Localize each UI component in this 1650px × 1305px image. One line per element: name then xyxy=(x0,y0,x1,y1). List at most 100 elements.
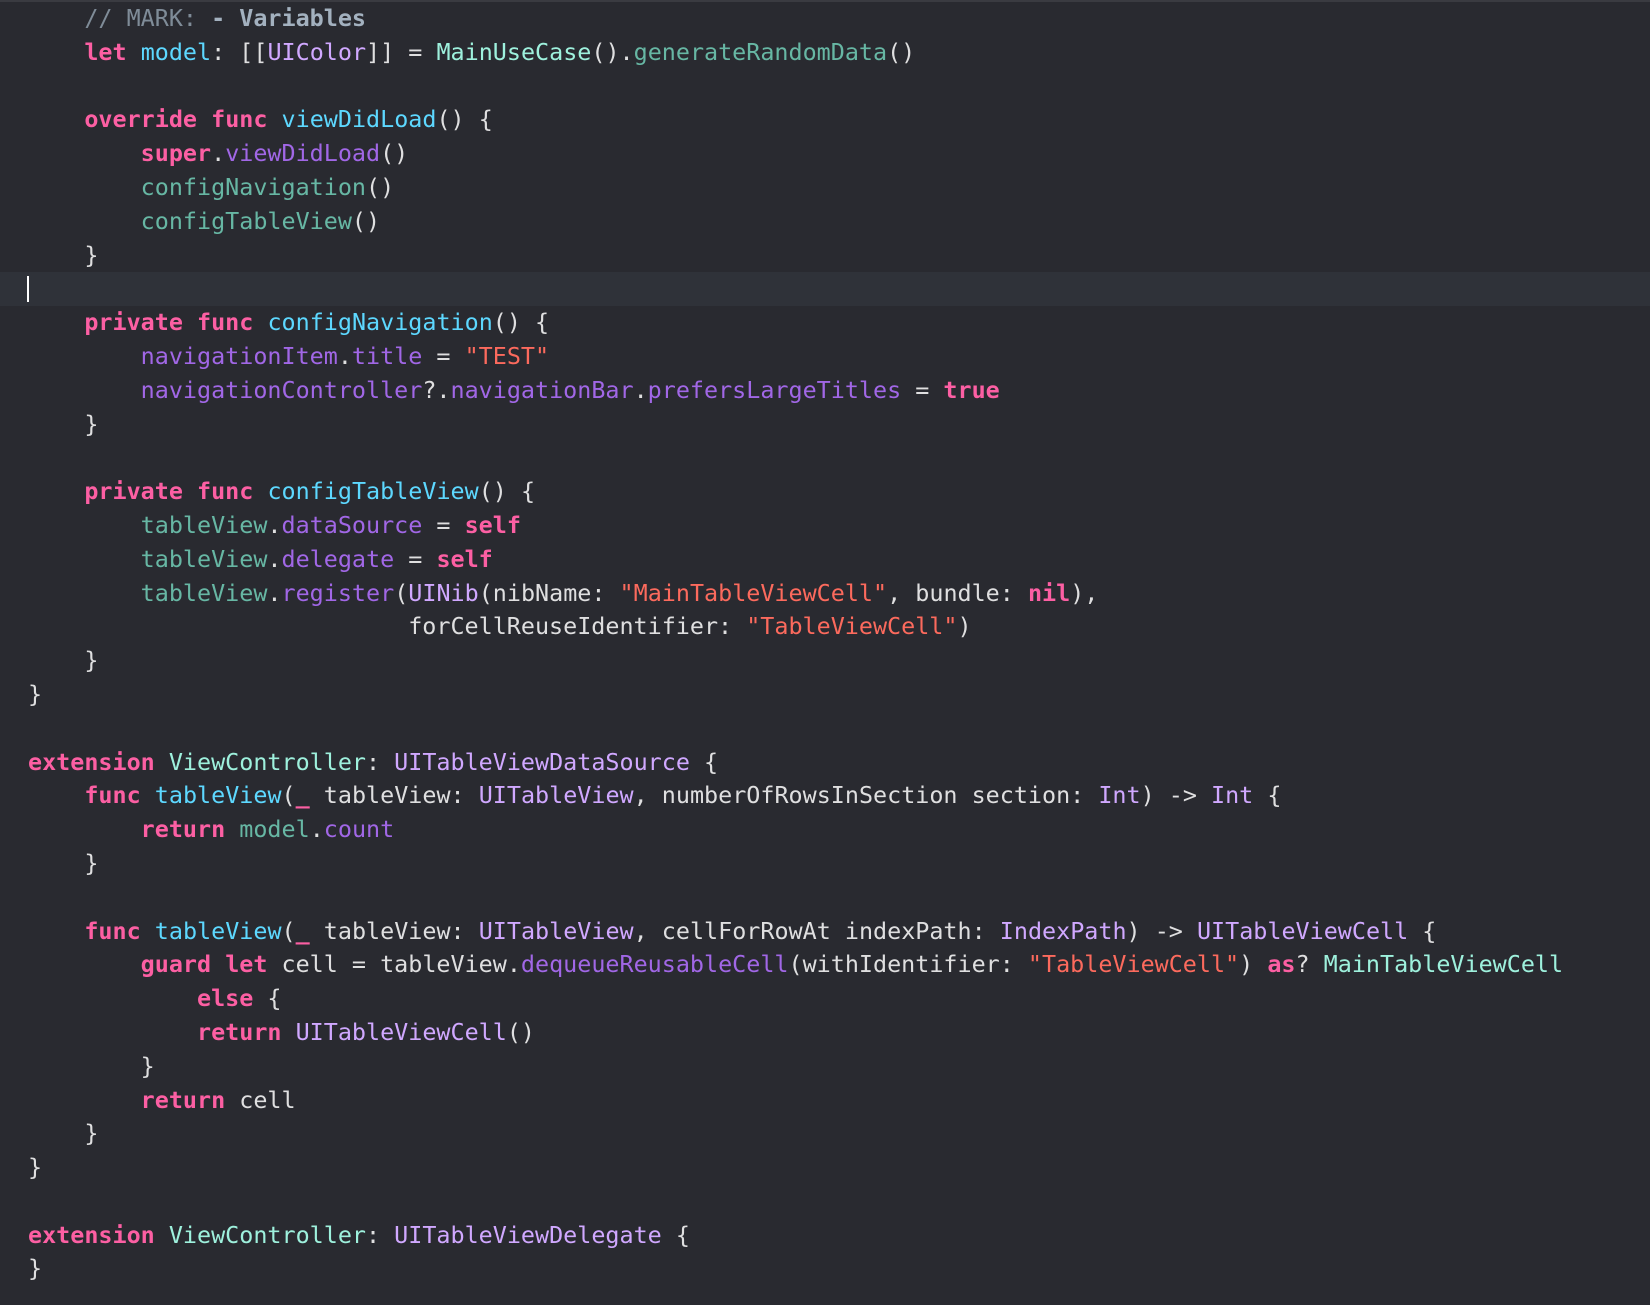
code-line[interactable]: let model: [[UIColor]] = MainUseCase().g… xyxy=(0,36,1650,70)
code-line[interactable]: tableView.register(UINib(nibName: "MainT… xyxy=(0,577,1650,611)
code-line[interactable] xyxy=(0,712,1650,746)
code-token: model xyxy=(140,37,212,66)
code-token: ViewController xyxy=(168,1220,366,1249)
code-line[interactable]: tableView.delegate = self xyxy=(0,543,1650,577)
code-token: () xyxy=(887,37,916,66)
code-line[interactable]: } xyxy=(0,644,1650,678)
code-line[interactable]: } xyxy=(0,1151,1650,1185)
code-line[interactable]: } xyxy=(0,1117,1650,1151)
code-token: let xyxy=(225,950,268,979)
code-token: { xyxy=(689,747,719,776)
code-token: nil xyxy=(1027,578,1071,607)
code-token: } xyxy=(28,848,99,877)
code-line[interactable]: navigationController?.navigationBar.pref… xyxy=(0,374,1650,408)
code-line[interactable] xyxy=(0,1185,1650,1219)
code-line[interactable]: configTableView() xyxy=(0,205,1650,239)
code-token: UIColor xyxy=(267,37,367,66)
code-token: () { xyxy=(492,308,550,337)
code-line[interactable]: // MARK: - Variables xyxy=(0,2,1650,36)
code-token: MainTableViewCell xyxy=(1323,950,1564,979)
code-line[interactable] xyxy=(0,881,1650,915)
code-line[interactable]: private func configNavigation() { xyxy=(0,306,1650,340)
code-token: : [[ xyxy=(211,37,268,66)
code-token: ) xyxy=(1239,950,1268,979)
code-token: as xyxy=(1267,950,1296,979)
code-line[interactable]: } xyxy=(0,847,1650,881)
code-token: ( xyxy=(281,781,296,810)
code-line[interactable]: } xyxy=(0,408,1650,442)
code-token: { xyxy=(661,1220,690,1249)
code-token: . xyxy=(309,815,324,844)
code-line[interactable]: navigationItem.title = "TEST" xyxy=(0,340,1650,374)
code-line[interactable]: forCellReuseIdentifier: "TableViewCell") xyxy=(0,610,1650,644)
code-token: delegate xyxy=(281,544,395,573)
code-token: UITableViewDataSource xyxy=(394,747,690,776)
code-token: func xyxy=(84,781,141,810)
code-token: _ xyxy=(295,916,310,945)
code-token: super xyxy=(140,139,212,168)
code-line[interactable]: func tableView(_ tableView: UITableView,… xyxy=(0,915,1650,949)
code-line[interactable]: } xyxy=(0,678,1650,712)
code-token: viewDidLoad xyxy=(281,105,437,134)
code-token: () xyxy=(351,206,381,235)
code-token: ? xyxy=(1295,950,1324,979)
code-line[interactable]: } xyxy=(0,1252,1650,1286)
code-token: tableView: xyxy=(309,781,479,810)
code-token: func xyxy=(197,308,254,337)
code-token: return xyxy=(197,1017,282,1046)
code-token: guard xyxy=(140,950,212,979)
code-line[interactable]: return cell xyxy=(0,1084,1650,1118)
code-token: navigationController xyxy=(140,375,423,404)
code-line[interactable] xyxy=(0,70,1650,104)
code-line[interactable]: override func viewDidLoad() { xyxy=(0,103,1650,137)
code-token: viewDidLoad xyxy=(225,139,381,168)
code-line[interactable] xyxy=(0,441,1650,475)
code-token: ]] = xyxy=(366,37,437,66)
code-line[interactable]: return UITableViewCell() xyxy=(0,1016,1650,1050)
code-lines[interactable]: // MARK: - Variables let model: [[UIColo… xyxy=(0,2,1650,1286)
code-token: Int xyxy=(1211,781,1254,810)
code-token: , numberOfRowsInSection section: xyxy=(633,781,1099,810)
code-token: = xyxy=(394,544,437,573)
code-line[interactable]: private func configTableView() { xyxy=(0,475,1650,509)
code-token: "TableViewCell" xyxy=(1027,950,1240,979)
code-line[interactable]: func tableView(_ tableView: UITableView,… xyxy=(0,779,1650,813)
code-line[interactable]: tableView.dataSource = self xyxy=(0,509,1650,543)
code-token: self xyxy=(436,544,493,573)
code-line[interactable]: extension ViewController: UITableViewDat… xyxy=(0,746,1650,780)
code-token: = xyxy=(901,375,944,404)
code-line[interactable]: guard let cell = tableView.dequeueReusab… xyxy=(0,948,1650,982)
code-token: : xyxy=(366,1220,395,1249)
code-token: Int xyxy=(1098,781,1141,810)
code-line[interactable]: extension ViewController: UITableViewDel… xyxy=(0,1219,1650,1253)
code-line[interactable]: } xyxy=(0,239,1650,273)
code-token: func xyxy=(211,105,268,134)
code-line[interactable]: super.viewDidLoad() xyxy=(0,137,1650,171)
code-editor[interactable]: // MARK: - Variables let model: [[UIColo… xyxy=(0,0,1650,1305)
code-token: "TableViewCell" xyxy=(746,612,958,641)
code-line[interactable]: else { xyxy=(0,982,1650,1016)
code-line[interactable]: configNavigation() xyxy=(0,171,1650,205)
code-token: ) -> xyxy=(1140,781,1212,810)
code-line[interactable]: } xyxy=(0,1050,1650,1084)
code-token: override xyxy=(84,105,198,134)
code-line[interactable]: return model.count xyxy=(0,813,1650,847)
code-token: configTableView xyxy=(140,206,352,235)
code-token: register xyxy=(281,578,395,607)
code-line[interactable] xyxy=(0,272,1650,307)
code-token: (). xyxy=(591,37,634,66)
